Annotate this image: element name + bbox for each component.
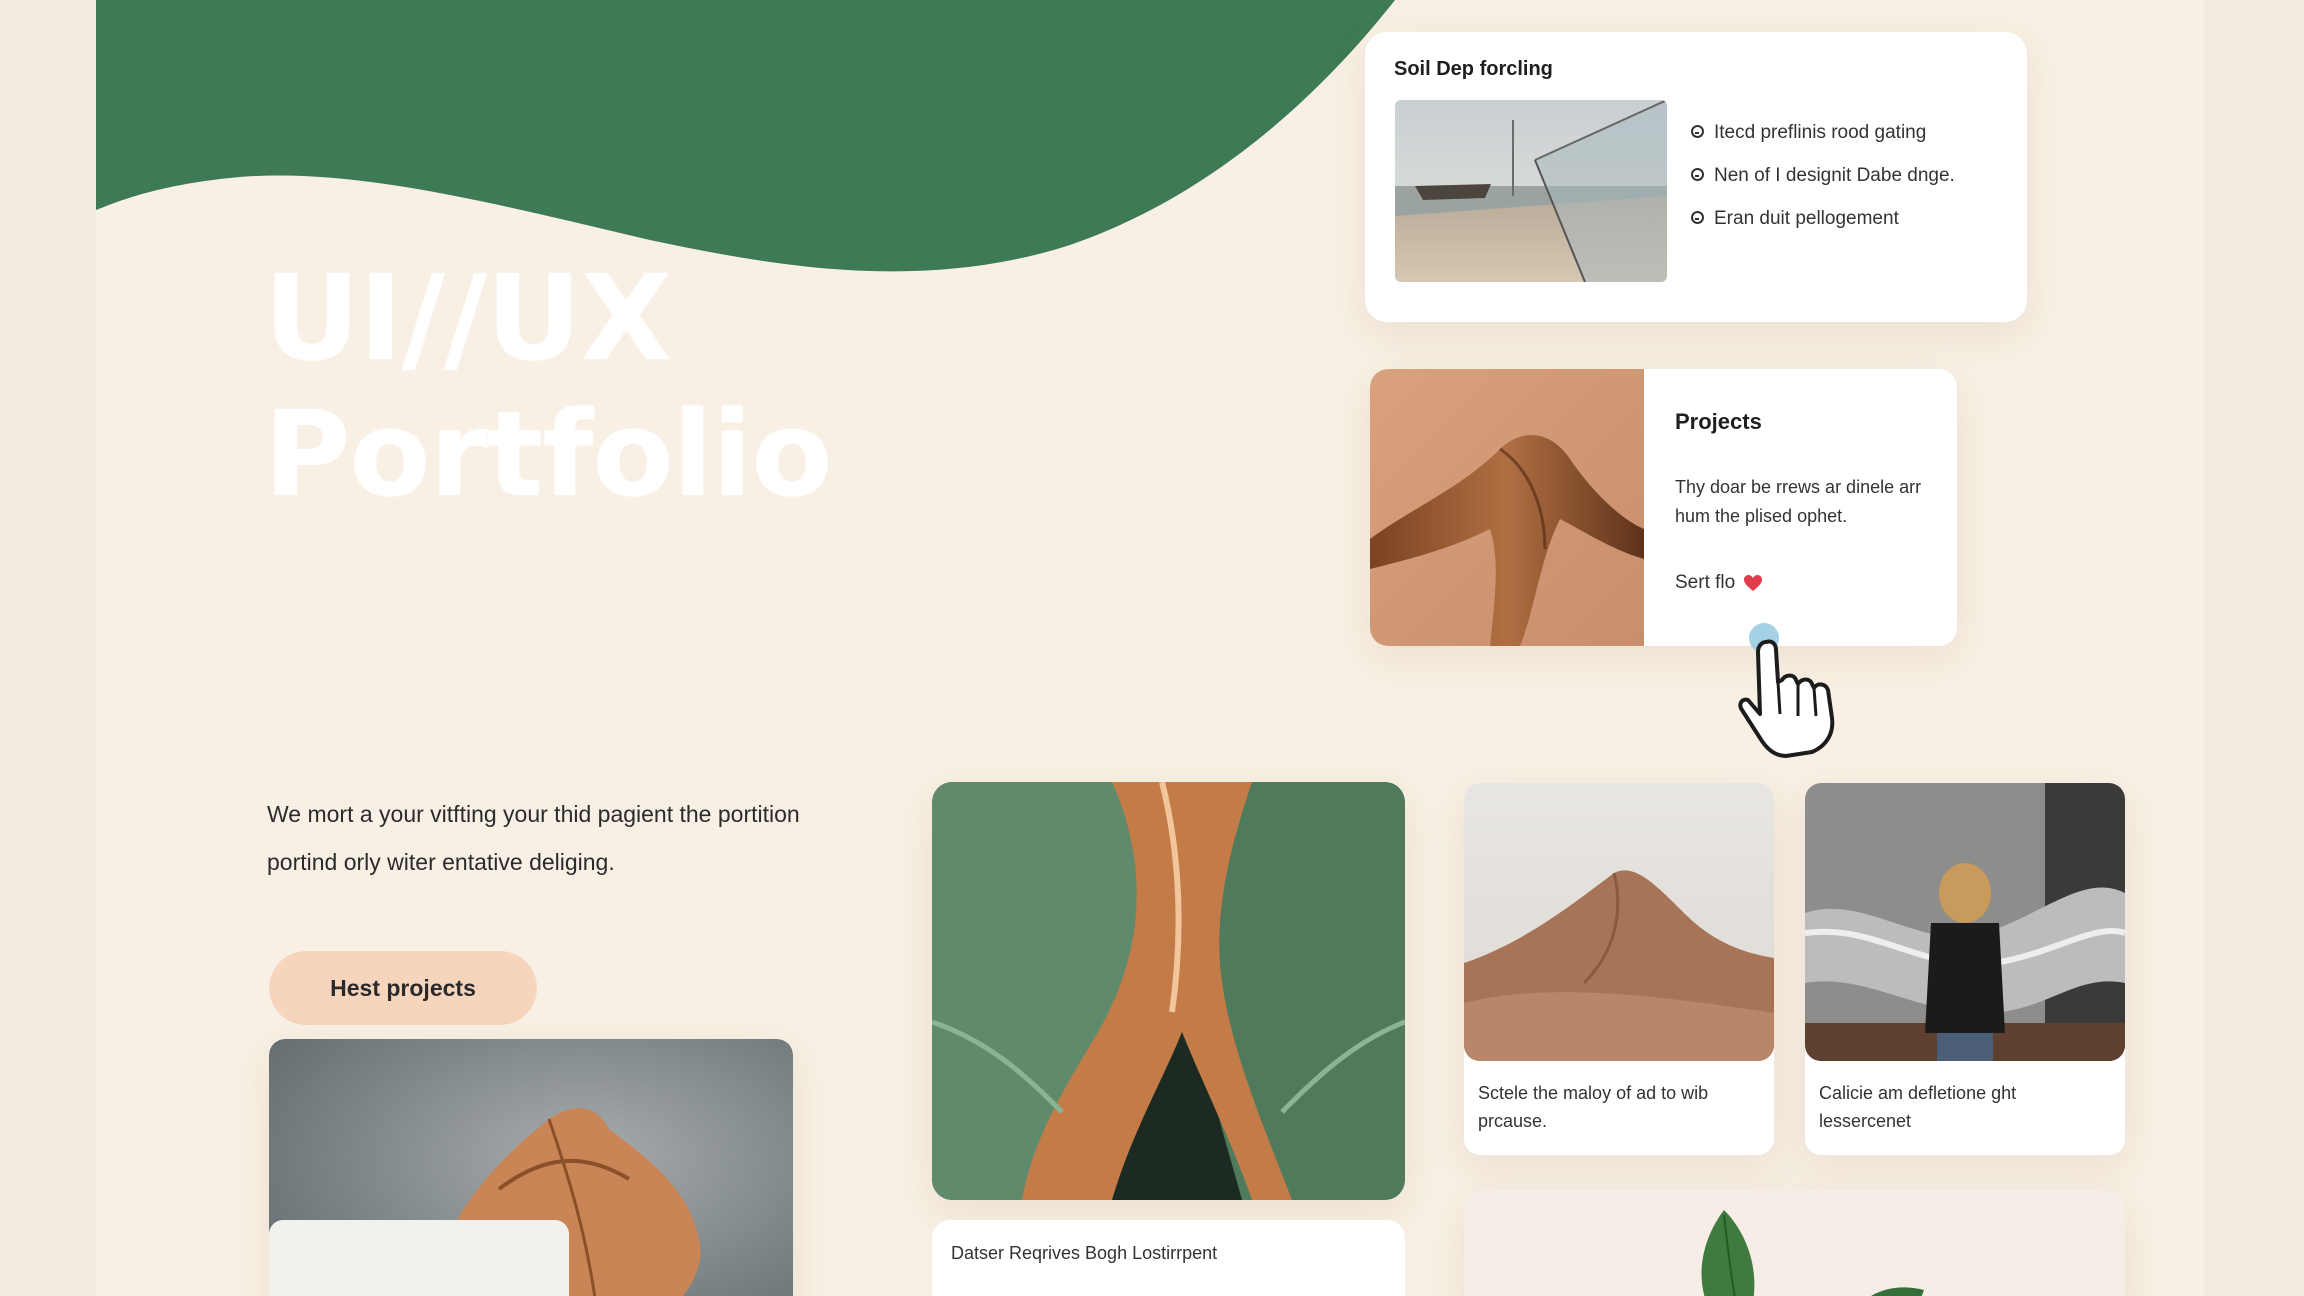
desert-image [1464, 783, 1774, 1061]
check-circle-icon [1691, 211, 1704, 224]
plant-card[interactable] [1464, 1190, 2125, 1296]
best-projects-button[interactable]: Hest projects [269, 951, 537, 1025]
feature-list-item: Nen of I designit Dabe dnge. [1691, 165, 1955, 208]
portfolio-page: UI//UX Portfolio We mort a your vitfting… [96, 0, 2204, 1296]
projects-link[interactable]: Sert flo [1675, 572, 1763, 594]
metal-sculpture-image [1805, 783, 2125, 1061]
leaf-card-overlay [269, 1220, 569, 1296]
projects-title: Projects [1675, 409, 1762, 434]
plant-leaves-image [1664, 1190, 1964, 1296]
desert-card[interactable]: Sctele the maloy of ad to wib prcause. [1464, 783, 1774, 1155]
leaf-project-card[interactable] [269, 1039, 793, 1296]
projects-description: Thy doar be rrews ar dinele arr hum the … [1675, 477, 1922, 526]
center-caption: Datser Reqrives Bogh Lostirrpent [951, 1243, 1218, 1263]
hand-pointer-cursor-icon [1738, 623, 1835, 758]
sculpture-caption: Calicie am defletione ght lessercenet [1819, 1083, 2017, 1131]
folded-sculpture-image [932, 782, 1405, 1200]
desert-caption: Sctele the maloy of ad to wib prcause. [1478, 1083, 1709, 1131]
projects-card[interactable]: Projects Thy doar be rrews ar dinele arr… [1370, 369, 1957, 646]
feature-list-item: Itecd preflinis rood gating [1691, 122, 1955, 165]
feature-list: Itecd preflinis rood gating Nen of I des… [1691, 122, 1955, 251]
check-circle-icon [1691, 125, 1704, 138]
feature-card[interactable]: Soil Dep forcling Itecd preflinis rood g… [1365, 32, 2027, 322]
pier-photo [1395, 100, 1667, 282]
feature-list-item: Eran duit pellogement [1691, 208, 1955, 251]
folded-sculpture-card[interactable] [932, 782, 1405, 1200]
hero-title-line2: Portfolio [264, 385, 833, 523]
wood-sculpture-image [1370, 369, 1644, 646]
hero-title-line1: UI//UX [264, 249, 672, 387]
check-circle-icon [1691, 168, 1704, 181]
hero-title: UI//UX Portfolio [264, 249, 833, 523]
sculpture-viewer-card[interactable]: Calicie am defletione ght lessercenet [1805, 783, 2125, 1155]
heart-icon [1744, 575, 1763, 591]
center-caption-card[interactable]: Datser Reqrives Bogh Lostirrpent [932, 1220, 1405, 1296]
intro-text: We mort a your vitfting your thid pagien… [267, 801, 800, 875]
projects-link-label: Sert flo [1675, 572, 1736, 593]
feature-card-title: Soil Dep forcling [1394, 58, 1553, 80]
